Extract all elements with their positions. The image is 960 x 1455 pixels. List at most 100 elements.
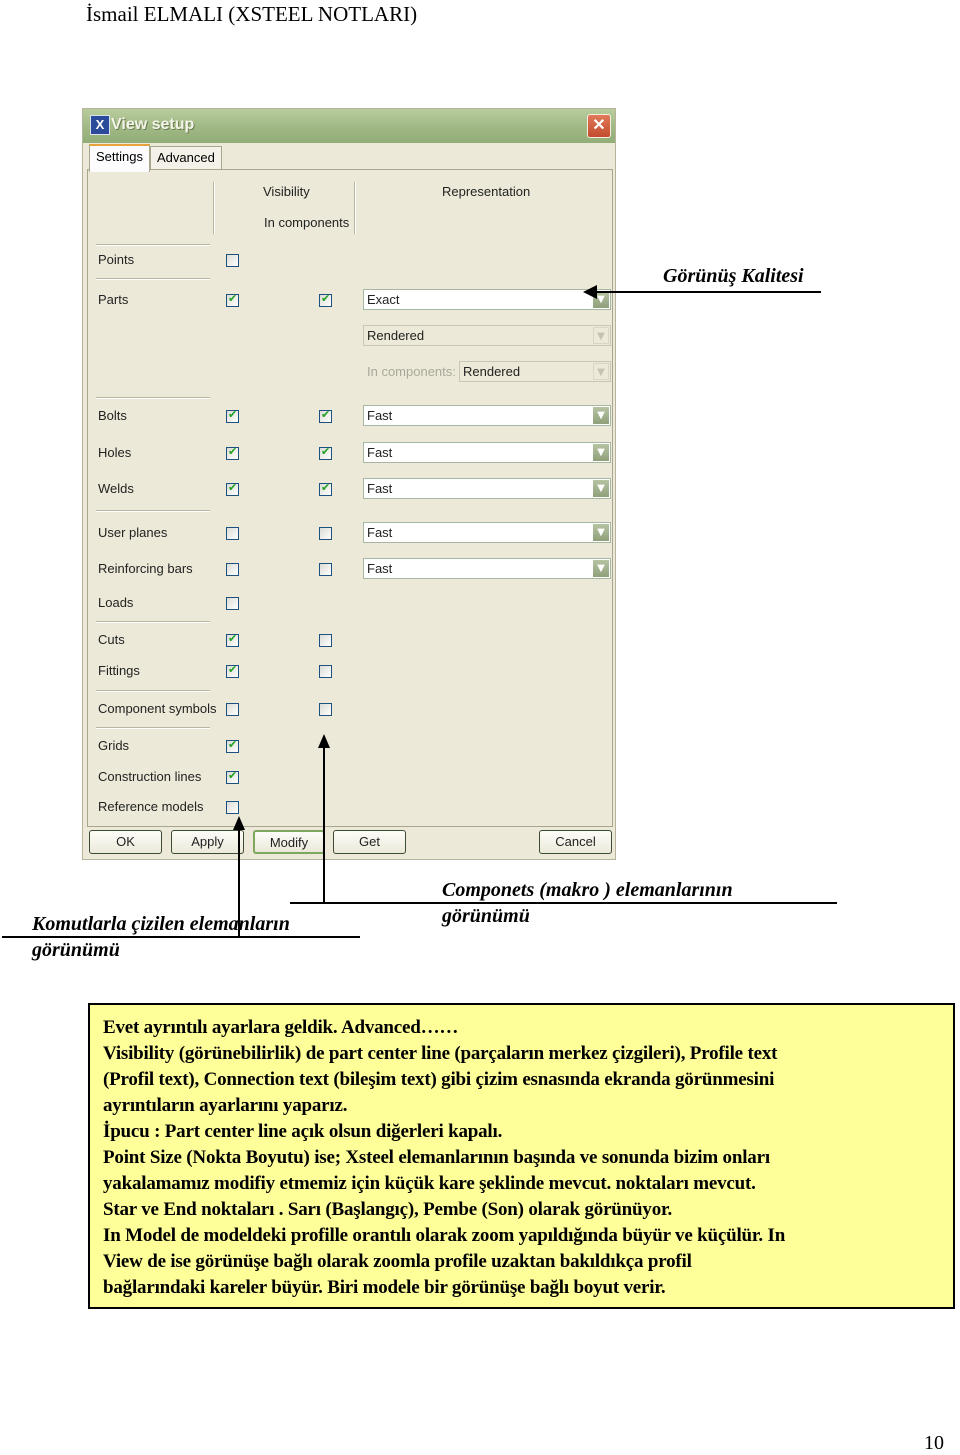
chevron-down-icon[interactable]: ▼ bbox=[593, 560, 609, 577]
row-label-parts: Parts bbox=[98, 292, 129, 307]
chevron-down-icon[interactable]: ▼ bbox=[593, 327, 609, 344]
group-divider bbox=[96, 397, 210, 399]
group-divider bbox=[96, 510, 210, 512]
parts-visible-checkbox[interactable] bbox=[226, 292, 239, 307]
welds-in-components-checkbox[interactable] bbox=[319, 481, 332, 496]
grids-visible-checkbox[interactable] bbox=[226, 738, 239, 753]
row-label-user-planes: User planes bbox=[98, 525, 168, 540]
fittings-visible-checkbox[interactable] bbox=[226, 663, 239, 678]
holes-representation-select[interactable]: Fast ▼ bbox=[363, 442, 611, 463]
parts-in-components-checkbox[interactable] bbox=[319, 292, 332, 307]
reinforcing-bars-in-components-checkbox[interactable] bbox=[319, 563, 332, 576]
reinforcing-bars-visible-checkbox[interactable] bbox=[226, 563, 239, 576]
bolts-representation-select[interactable]: Fast ▼ bbox=[363, 405, 611, 426]
annotation-leader-line bbox=[596, 291, 821, 293]
bolts-visible-checkbox[interactable] bbox=[226, 408, 239, 423]
row-label-component-symbols: Component symbols bbox=[98, 701, 217, 716]
parts-representation-value: Exact bbox=[367, 292, 400, 307]
reinforcing-bars-representation-value: Fast bbox=[367, 561, 393, 576]
cuts-visible-checkbox[interactable] bbox=[226, 632, 239, 647]
parts-in-components-label: In components: bbox=[367, 364, 456, 379]
dialog-title: View setup bbox=[111, 116, 195, 133]
reference-models-visible-checkbox[interactable] bbox=[226, 801, 239, 814]
parts-in-components-rendering-value: Rendered bbox=[463, 364, 521, 379]
parts-representation-select[interactable]: Exact ▼ bbox=[363, 289, 611, 310]
column-divider bbox=[213, 182, 215, 234]
bolts-in-components-checkbox[interactable] bbox=[319, 408, 332, 423]
note-line: In Model de modeldeki profille orantılı … bbox=[103, 1225, 786, 1246]
welds-representation-value: Fast bbox=[367, 481, 393, 496]
chevron-down-icon[interactable]: ▼ bbox=[593, 363, 609, 380]
close-button[interactable]: ✕ bbox=[587, 114, 611, 138]
modify-button[interactable]: Modify bbox=[253, 830, 325, 854]
note-line: bağlarındaki kareler büyür. Biri modele … bbox=[103, 1277, 666, 1298]
row-label-loads: Loads bbox=[98, 595, 134, 610]
component-symbols-in-components-checkbox[interactable] bbox=[319, 703, 332, 716]
arrow-left-icon bbox=[583, 285, 597, 299]
welds-visible-checkbox[interactable] bbox=[226, 481, 239, 496]
tab-advanced[interactable]: Advanced bbox=[150, 146, 222, 169]
row-label-bolts: Bolts bbox=[98, 408, 127, 423]
holes-visible-checkbox[interactable] bbox=[226, 445, 239, 460]
annotation-view-quality: Görünüş Kalitesi bbox=[663, 265, 804, 287]
arrow-up-icon bbox=[233, 816, 245, 830]
welds-representation-select[interactable]: Fast ▼ bbox=[363, 478, 611, 499]
user-planes-representation-value: Fast bbox=[367, 525, 393, 540]
fittings-in-components-checkbox[interactable] bbox=[319, 665, 332, 678]
get-button[interactable]: Get bbox=[333, 830, 406, 854]
parts-rendering-select[interactable]: Rendered ▼ bbox=[363, 325, 611, 346]
note-line: Evet ayrıntılı ayarlara geldik. Advanced… bbox=[103, 1017, 459, 1038]
apply-button[interactable]: Apply bbox=[171, 830, 244, 854]
chevron-down-icon[interactable]: ▼ bbox=[593, 524, 609, 541]
note-box: Evet ayrıntılı ayarlara geldik. Advanced… bbox=[88, 1003, 955, 1309]
row-label-welds: Welds bbox=[98, 481, 134, 496]
user-planes-visible-checkbox[interactable] bbox=[226, 527, 239, 540]
tab-settings[interactable]: Settings bbox=[89, 144, 150, 172]
reinforcing-bars-representation-select[interactable]: Fast ▼ bbox=[363, 558, 611, 579]
component-symbols-visible-checkbox[interactable] bbox=[226, 703, 239, 716]
document-header: İsmail ELMALI (XSTEEL NOTLARI) bbox=[86, 2, 418, 26]
cancel-button[interactable]: Cancel bbox=[539, 830, 612, 854]
note-line: İpucu : Part center line açık olsun diğe… bbox=[103, 1121, 503, 1142]
annotation-commands-line1: Komutlarla çizilen elemanların bbox=[32, 913, 290, 935]
chevron-down-icon[interactable]: ▼ bbox=[593, 407, 609, 424]
settings-panel: Visibility In components Representation … bbox=[87, 169, 613, 827]
user-planes-in-components-checkbox[interactable] bbox=[319, 527, 332, 540]
view-setup-dialog: X View setup ✕ Settings Advanced Visibil… bbox=[82, 108, 616, 860]
points-visible-checkbox[interactable] bbox=[226, 254, 239, 267]
dialog-titlebar[interactable]: X View setup ✕ bbox=[83, 109, 615, 143]
column-divider bbox=[354, 182, 356, 234]
row-label-holes: Holes bbox=[98, 445, 132, 460]
row-label-construction-lines: Construction lines bbox=[98, 769, 202, 784]
group-divider bbox=[96, 244, 210, 246]
note-line: (Profil text), Connection text (bileşim … bbox=[103, 1069, 775, 1090]
row-label-cuts: Cuts bbox=[98, 632, 125, 647]
note-line: Star ve End noktaları . Sarı (Başlangıç)… bbox=[103, 1199, 673, 1220]
annotation-components-line2: görünümü bbox=[442, 905, 530, 927]
chevron-down-icon[interactable]: ▼ bbox=[593, 444, 609, 461]
note-line: Point Size (Nokta Boyutu) ise; Xsteel el… bbox=[103, 1147, 770, 1168]
visibility-header: Visibility bbox=[263, 184, 310, 199]
bolts-representation-value: Fast bbox=[367, 408, 393, 423]
annotation-underline bbox=[290, 902, 837, 904]
ok-button[interactable]: OK bbox=[89, 830, 162, 854]
holes-in-components-checkbox[interactable] bbox=[319, 445, 332, 460]
user-planes-representation-select[interactable]: Fast ▼ bbox=[363, 522, 611, 543]
annotation-leader-line bbox=[323, 746, 325, 904]
group-divider bbox=[96, 690, 210, 692]
note-line: Visibility (görünebilirlik) de part cent… bbox=[103, 1043, 778, 1064]
holes-representation-value: Fast bbox=[367, 445, 393, 460]
parts-rendering-value: Rendered bbox=[367, 328, 425, 343]
loads-visible-checkbox[interactable] bbox=[226, 597, 239, 610]
arrow-up-icon bbox=[318, 734, 330, 748]
construction-lines-visible-checkbox[interactable] bbox=[226, 769, 239, 784]
representation-header: Representation bbox=[442, 184, 531, 199]
annotation-commands-line2: görünümü bbox=[32, 939, 120, 961]
xsteel-app-icon: X bbox=[90, 115, 110, 135]
chevron-down-icon[interactable]: ▼ bbox=[593, 480, 609, 497]
group-divider bbox=[96, 621, 210, 623]
row-label-fittings: Fittings bbox=[98, 663, 140, 678]
parts-in-components-rendering-select[interactable]: Rendered ▼ bbox=[459, 361, 611, 382]
cuts-in-components-checkbox[interactable] bbox=[319, 634, 332, 647]
row-label-points: Points bbox=[98, 252, 135, 267]
